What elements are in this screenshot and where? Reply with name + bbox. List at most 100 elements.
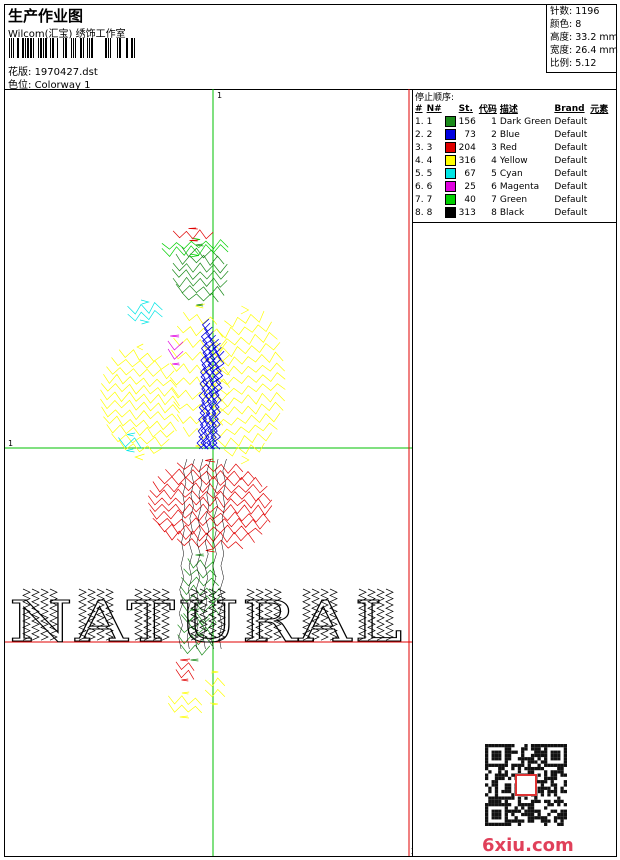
thread-brand: Default: [554, 116, 588, 127]
thread-index: 8.: [415, 207, 424, 218]
thread-index: 2.: [415, 129, 424, 140]
thread-swatch: [444, 167, 459, 180]
design-stats: 针数: 1196 颜色: 8 高度: 33.2 mm 宽度: 26.4 mm 比…: [546, 5, 618, 73]
col-index: #: [415, 103, 423, 114]
color-swatch: [444, 142, 456, 153]
thread-needle: 4: [426, 155, 433, 166]
thread-swatch: [444, 180, 459, 193]
thread-swatch: [444, 206, 459, 219]
col-code: 代码: [478, 105, 497, 115]
thread-stitches: 73: [464, 129, 476, 140]
thread-element: [590, 141, 611, 154]
thread-element: [590, 128, 611, 141]
thread-index: 4.: [415, 155, 424, 166]
thread-code: 4: [491, 155, 497, 166]
thread-row: 6. 6 25 6 Magenta Default: [415, 180, 611, 193]
thread-element: [590, 154, 611, 167]
design-scale: 比例: 5.12: [550, 58, 597, 69]
color-swatch: [444, 129, 456, 140]
thread-element: [590, 206, 611, 219]
thread-stitches: 313: [458, 207, 476, 218]
thread-row: 1. 1 156 1 Dark Green Default: [415, 115, 611, 128]
thread-stop-sequence: 停止顺序: # N# St. 代码 描述 Brand 元素 1. 1 156 1 Dar…: [413, 89, 616, 223]
thread-code: 8: [491, 207, 497, 218]
color-swatch: [444, 194, 456, 205]
color-swatch: [444, 116, 456, 127]
thread-element: [590, 193, 611, 206]
color-count: 颜色: 8: [550, 19, 582, 30]
thread-description: Cyan: [499, 168, 523, 179]
thread-description: Magenta: [499, 181, 540, 192]
embroidered-text: NATURAL: [9, 590, 405, 655]
production-worksheet: 生产作业图 Wilcom(汇宝) 绣饰工作室 花版: 1970427.dst 色…: [4, 4, 618, 857]
thread-row: 5. 5 67 5 Cyan Default: [415, 167, 611, 180]
col-stitches: St.: [458, 103, 473, 114]
thread-swatch: [444, 141, 459, 154]
thread-description: Dark Green: [499, 116, 552, 127]
thread-code: 5: [491, 168, 497, 179]
design-height: 高度: 33.2 mm: [550, 32, 618, 43]
design-preview-canvas[interactable]: 1 1 2 NATURAL: [5, 89, 413, 856]
thread-code: 2: [491, 129, 497, 140]
col-swatch: [445, 102, 459, 115]
color-swatch: [444, 207, 456, 218]
thread-needle: 2: [426, 129, 433, 140]
thread-index: 7.: [415, 194, 424, 205]
col-element: 元素: [590, 105, 609, 115]
thread-stitches: 204: [458, 142, 476, 153]
thread-brand: Default: [554, 194, 588, 205]
thread-table: # N# St. 代码 描述 Brand 元素 1. 1 156 1 Dark Gree…: [415, 102, 611, 219]
qr-code-image: [485, 744, 567, 826]
thread-element: [590, 167, 611, 180]
thread-index: 1.: [415, 116, 424, 127]
thread-needle: 8: [426, 207, 433, 218]
thread-description: Blue: [499, 129, 520, 140]
thread-stitches: 40: [464, 194, 476, 205]
marker-bottom: 2: [411, 847, 412, 856]
thread-code: 7: [491, 194, 497, 205]
thread-row: 2. 2 73 2 Blue Default: [415, 128, 611, 141]
thread-brand: Default: [554, 181, 588, 192]
color-swatch: [444, 168, 456, 179]
col-needle: N#: [426, 103, 442, 114]
thread-swatch: [444, 193, 459, 206]
thread-index: 3.: [415, 142, 424, 153]
thread-description: Green: [499, 194, 528, 205]
thread-description: Black: [499, 207, 525, 218]
thread-table-header: # N# St. 代码 描述 Brand 元素: [415, 102, 611, 116]
thread-index: 6.: [415, 181, 424, 192]
barcode-image: [9, 38, 135, 58]
color-swatch: [444, 155, 456, 166]
thread-stitches: 316: [458, 155, 476, 166]
thread-code: 1: [491, 116, 497, 127]
worksheet-header: 生产作业图 Wilcom(汇宝) 绣饰工作室 花版: 1970427.dst 色…: [5, 5, 618, 91]
thread-swatch: [444, 154, 459, 167]
thread-element: [590, 180, 611, 193]
thread-needle: 7: [426, 194, 433, 205]
thread-code: 6: [491, 181, 497, 192]
thread-brand: Default: [554, 129, 588, 140]
thread-row: 7. 7 40 7 Green Default: [415, 193, 611, 206]
thread-brand: Default: [554, 142, 588, 153]
thread-row: 4. 4 316 4 Yellow Default: [415, 154, 611, 167]
color-swatch: [444, 181, 456, 192]
thread-row: 3. 3 204 3 Red Default: [415, 141, 611, 154]
thread-needle: 5: [426, 168, 433, 179]
thread-index: 5.: [415, 168, 424, 179]
thread-swatch: [444, 128, 459, 141]
page-title: 生产作业图: [8, 7, 84, 25]
thread-stitches: 156: [458, 116, 476, 127]
thread-element: [590, 115, 611, 128]
thread-needle: 3: [426, 142, 433, 153]
thread-description: Red: [499, 142, 517, 153]
thread-swatch: [444, 115, 459, 128]
embroidery-preview: 1 1 2 NATURAL: [5, 89, 412, 856]
thread-stitches: 25: [464, 181, 476, 192]
thread-brand: Default: [554, 155, 588, 166]
thread-description: Yellow: [499, 155, 528, 166]
col-brand: Brand: [554, 103, 585, 114]
stitch-count: 针数: 1196: [550, 6, 600, 17]
thread-brand: Default: [554, 168, 588, 179]
marker-top: 1: [217, 91, 222, 100]
thread-code: 3: [491, 142, 497, 153]
